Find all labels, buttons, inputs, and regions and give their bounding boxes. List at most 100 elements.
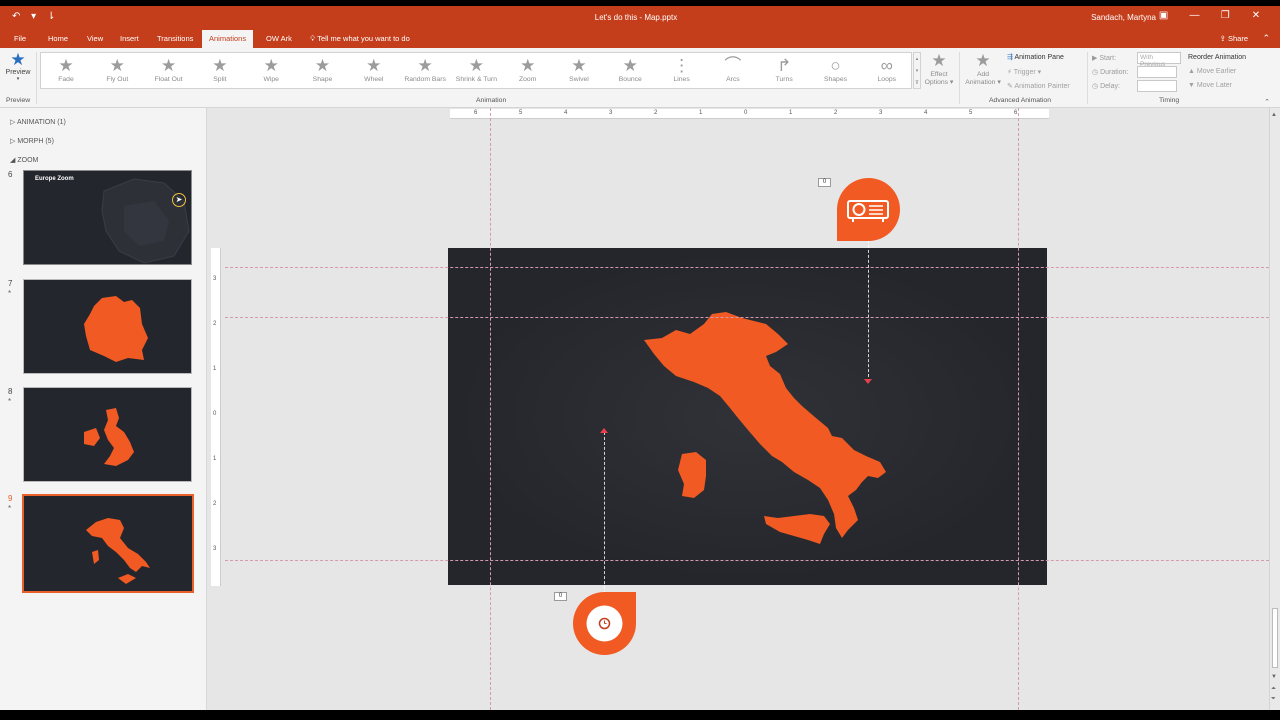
animation-label: Random Bars bbox=[404, 76, 446, 83]
germany-map-thumbnail bbox=[84, 296, 148, 362]
section-morph[interactable]: ▷ MORPH (5) bbox=[10, 137, 54, 145]
tab-insert[interactable]: Insert bbox=[120, 34, 139, 43]
add-animation-label-1: Add bbox=[976, 71, 990, 78]
tab-home[interactable]: Home bbox=[48, 34, 68, 43]
group-label-timing: Timing bbox=[1159, 97, 1180, 104]
start-label: ▶ Start: bbox=[1092, 54, 1116, 62]
animation-tag[interactable]: 0 bbox=[818, 178, 831, 187]
animation-label: Fade bbox=[58, 76, 74, 83]
animation-tag[interactable]: 0 bbox=[554, 592, 567, 601]
italy-map[interactable] bbox=[448, 248, 1047, 585]
tab-ow-ark[interactable]: OW Ark bbox=[266, 34, 292, 43]
move-later-button[interactable]: ▼ Move Later bbox=[1188, 82, 1232, 89]
motion-path-start-icon[interactable] bbox=[600, 428, 608, 433]
slide-canvas[interactable] bbox=[448, 248, 1047, 585]
share-button[interactable]: ⇪ Share bbox=[1220, 34, 1248, 43]
move-earlier-button[interactable]: ▲ Move Earlier bbox=[1188, 68, 1236, 75]
section-zoom[interactable]: ◢ ZOOM bbox=[10, 156, 38, 164]
animation-arcs-button[interactable]: ⌒ Arcs bbox=[708, 55, 758, 83]
start-select[interactable]: With Previous bbox=[1137, 52, 1181, 68]
vertical-scrollbar[interactable]: ▲ ▼ ⏶ ⏷ bbox=[1269, 108, 1280, 710]
animation-pane-button[interactable]: ⇶ Animation Pane bbox=[1007, 53, 1064, 61]
gallery-scroll[interactable]: ▴ ▾ ⊽ bbox=[913, 52, 921, 89]
animation-bounce-button[interactable]: ★ Bounce bbox=[605, 55, 655, 83]
animation-fly-out-button[interactable]: ★ Fly Out bbox=[92, 55, 142, 83]
tab-animations[interactable]: Animations bbox=[202, 30, 254, 48]
clock-badge[interactable] bbox=[573, 592, 636, 655]
animation-star: * bbox=[8, 289, 12, 298]
animation-random-bars-button[interactable]: ★ Random Bars bbox=[400, 55, 450, 83]
tab-view[interactable]: View bbox=[87, 34, 103, 43]
guide-horizontal[interactable] bbox=[225, 317, 1269, 318]
motion-path-line[interactable] bbox=[868, 240, 869, 382]
ribbon: ★ Preview ▾ Preview ★ Fade ★ Fly Out ★ Float … bbox=[0, 48, 1280, 108]
animation-shrink-turn-button[interactable]: ★ Shrink & Turn bbox=[451, 55, 501, 83]
preview-button[interactable]: ★ Preview ▾ bbox=[4, 51, 32, 83]
animation-effect-icon: ★ bbox=[622, 56, 638, 75]
scrollbar-thumb[interactable] bbox=[1272, 608, 1278, 668]
trigger-button[interactable]: ⚡︎ Trigger ▾ bbox=[1007, 68, 1041, 76]
share-label: Share bbox=[1227, 34, 1248, 43]
minimize-icon[interactable]: — bbox=[1180, 10, 1208, 21]
animation-pane-icon: ⇶ bbox=[1007, 54, 1013, 61]
uk-map-thumbnail bbox=[84, 408, 134, 466]
animation-shape-button[interactable]: ★ Shape bbox=[298, 55, 348, 83]
tell-me-search[interactable]: 💡︎ Tell me what you want to do bbox=[310, 34, 410, 44]
ruler-tick-label: 1 bbox=[699, 110, 703, 116]
ribbon-display-options-icon[interactable]: ▣ bbox=[1150, 10, 1178, 21]
slide-thumbnail-9[interactable] bbox=[22, 494, 194, 593]
slide-thumbnail-7[interactable] bbox=[23, 279, 192, 374]
delay-field[interactable] bbox=[1137, 80, 1177, 92]
animation-float-out-button[interactable]: ★ Float Out bbox=[144, 55, 194, 83]
animation-effect-icon: ↱ bbox=[777, 56, 792, 75]
animation-turns-button[interactable]: ↱ Turns bbox=[759, 55, 809, 83]
restore-icon[interactable]: ❐ bbox=[1211, 10, 1239, 21]
animation-painter-button[interactable]: ✎ Animation Painter bbox=[1007, 82, 1070, 90]
slide-thumbnail-6[interactable]: Europe Zoom ➤ bbox=[23, 170, 192, 265]
expand-arrow-icon: ▷ bbox=[10, 138, 16, 145]
guide-horizontal[interactable] bbox=[225, 560, 1269, 561]
previous-slide-icon[interactable]: ⏶ bbox=[1271, 686, 1276, 693]
animation-painter-label: Animation Painter bbox=[1014, 83, 1070, 90]
add-animation-icon: ★ bbox=[975, 51, 991, 70]
close-icon[interactable]: ✕ bbox=[1242, 10, 1270, 21]
tab-transitions[interactable]: Transitions bbox=[157, 34, 193, 43]
scroll-down-icon[interactable]: ▼ bbox=[1271, 674, 1277, 680]
motion-path-line[interactable] bbox=[604, 432, 605, 594]
add-animation-button[interactable]: ★ Add Animation ▾ bbox=[963, 51, 1003, 86]
animation-wheel-button[interactable]: ★ Wheel bbox=[349, 55, 399, 83]
animation-shapes-button[interactable]: ○ Shapes bbox=[811, 55, 861, 83]
move-later-label: Move Later bbox=[1196, 82, 1232, 89]
projector-badge[interactable] bbox=[837, 178, 900, 241]
animation-zoom-button[interactable]: ★ Zoom bbox=[503, 55, 553, 83]
next-slide-icon[interactable]: ⏷ bbox=[1271, 696, 1276, 703]
animation-swivel-button[interactable]: ★ Swivel bbox=[554, 55, 604, 83]
window-controls: ▣ — ❐ ✕ bbox=[1150, 10, 1270, 21]
expand-arrow-icon: ▷ bbox=[10, 119, 16, 126]
animation-wipe-button[interactable]: ★ Wipe bbox=[246, 55, 296, 83]
animation-lines-button[interactable]: ⋮ Lines bbox=[657, 55, 707, 83]
section-animation[interactable]: ▷ ANIMATION (1) bbox=[10, 118, 66, 126]
cursor-icon: ➤ bbox=[172, 193, 186, 207]
guide-vertical[interactable] bbox=[1018, 108, 1019, 710]
add-animation-label-2: Animation ▾ bbox=[965, 79, 1001, 86]
scroll-up-icon[interactable]: ▲ bbox=[1271, 112, 1277, 118]
guide-horizontal[interactable] bbox=[225, 267, 1269, 268]
collapse-ribbon-icon[interactable]: ⌃ bbox=[1262, 33, 1270, 44]
collapse-ribbon-icon[interactable]: ⌃ bbox=[1264, 98, 1270, 106]
projector-icon bbox=[837, 178, 900, 241]
animation-label: Fly Out bbox=[106, 76, 129, 83]
tab-file[interactable]: File bbox=[14, 34, 26, 43]
effect-options-button[interactable]: ★ Effect Options ▾ bbox=[923, 51, 955, 86]
animation-label: Turns bbox=[775, 76, 793, 83]
duration-field[interactable] bbox=[1137, 66, 1177, 78]
guide-vertical[interactable] bbox=[490, 108, 491, 710]
chevron-down-icon: ▾ bbox=[16, 76, 20, 82]
ruler-tick-label: 2 bbox=[834, 110, 838, 116]
motion-path-end-icon[interactable] bbox=[864, 379, 872, 384]
animation-loops-button[interactable]: ∞ Loops bbox=[862, 55, 912, 83]
animation-split-button[interactable]: ★ Split bbox=[195, 55, 245, 83]
slide-thumbnail-8[interactable] bbox=[23, 387, 192, 482]
user-name[interactable]: Sandach, Martyna bbox=[1091, 13, 1156, 22]
animation-fade-button[interactable]: ★ Fade bbox=[41, 55, 91, 83]
